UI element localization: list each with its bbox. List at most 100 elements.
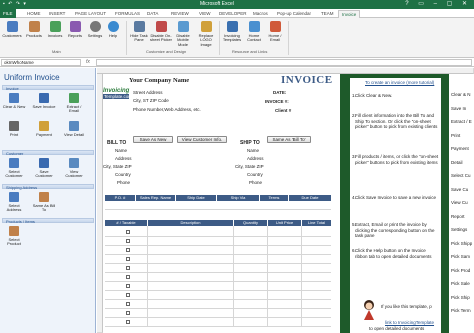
home-email-button[interactable]: Home / Email bbox=[264, 21, 286, 43]
same-as-bill-to-button[interactable]: Same As Bill To bbox=[32, 192, 56, 213]
right-list-item[interactable]: Extract / E bbox=[451, 119, 472, 124]
taxable-checkbox[interactable] bbox=[126, 239, 130, 243]
tab-home[interactable]: HOME bbox=[24, 10, 44, 18]
ship-city-label: City, State ZIP bbox=[235, 164, 264, 169]
tab-file[interactable]: FILE bbox=[0, 9, 16, 18]
item-row-line bbox=[105, 263, 331, 264]
home-contact-button[interactable]: Home Contact bbox=[243, 21, 265, 43]
right-list-item[interactable]: Settings bbox=[451, 227, 467, 232]
save-customer-button[interactable]: Save Customer bbox=[32, 158, 56, 179]
formula-input[interactable] bbox=[96, 59, 472, 66]
tab-formulas[interactable]: FORMULAS bbox=[112, 10, 143, 18]
item-row-line bbox=[105, 299, 331, 300]
select-address-button[interactable]: Select Address bbox=[2, 192, 26, 213]
taxable-checkbox[interactable] bbox=[126, 230, 130, 234]
window-title: Microsoft Excel bbox=[200, 1, 234, 7]
view-customer-info-button[interactable]: View Customer Info. bbox=[177, 136, 227, 143]
tab-developer[interactable]: DEVELOPER bbox=[216, 10, 250, 18]
right-list-item[interactable]: Save In bbox=[451, 106, 466, 111]
taxable-checkbox[interactable] bbox=[126, 248, 130, 252]
green-panel-left bbox=[340, 74, 350, 333]
footer-link[interactable]: link to InvoicingTemplate bbox=[385, 320, 434, 325]
view-detail-button[interactable]: View Detail bbox=[62, 121, 86, 137]
tab-popup-calendar[interactable]: Pop-up Calendar bbox=[274, 10, 314, 18]
right-list-item[interactable]: Pick Shipp bbox=[451, 241, 472, 246]
hide-task-pane-button[interactable]: Hide Task Pane bbox=[128, 21, 150, 43]
taxable-checkbox[interactable] bbox=[126, 275, 130, 279]
disable-mobile-mode-button[interactable]: Disable Mobile Mode bbox=[172, 21, 194, 47]
phone-web[interactable]: Phone Number,Web Address, etc. bbox=[133, 107, 201, 112]
right-list-item[interactable]: Pick Prod bbox=[451, 268, 470, 273]
right-list-item[interactable]: Save Cu bbox=[451, 187, 468, 192]
tab-data[interactable]: DATA bbox=[144, 10, 161, 18]
right-list-item[interactable]: Detail bbox=[451, 160, 463, 165]
taxable-checkbox[interactable] bbox=[126, 257, 130, 261]
reports-button[interactable]: Reports bbox=[64, 21, 86, 38]
tab-review[interactable]: REVIEW bbox=[168, 10, 192, 18]
payment-button[interactable]: Payment bbox=[32, 121, 56, 137]
name-box[interactable]: okInWhoName bbox=[1, 59, 81, 66]
right-list-item[interactable]: Clear & N bbox=[451, 92, 471, 97]
invoicing-templates-button[interactable]: Invoicing Templates bbox=[221, 21, 243, 43]
quick-access-toolbar[interactable]: ▪ ↶ ↷ ▾ bbox=[3, 1, 27, 7]
company-name[interactable]: Your Company Name bbox=[129, 77, 189, 84]
ribbon-separator bbox=[288, 21, 289, 55]
taxable-checkbox[interactable] bbox=[126, 293, 130, 297]
girl-illustration bbox=[361, 298, 377, 322]
section-shipping-header[interactable]: Shipping Address bbox=[2, 184, 94, 190]
right-list-item[interactable]: Report bbox=[451, 214, 465, 219]
tab-invoice[interactable]: Invoice bbox=[338, 10, 361, 18]
right-list-item[interactable]: View Cu bbox=[451, 200, 468, 205]
fx-icon[interactable]: fx bbox=[86, 59, 90, 65]
section-invoice-header[interactable]: Invoice bbox=[2, 85, 94, 91]
tab-insert[interactable]: INSERT bbox=[46, 10, 68, 18]
clear-new-button[interactable]: Clear & New bbox=[2, 93, 26, 109]
window-controls[interactable]: ? ▭ – ▢ ✕ bbox=[405, 0, 471, 7]
extract-email-button[interactable]: Extract / Email bbox=[62, 93, 86, 114]
street-address[interactable]: Street Address bbox=[133, 90, 163, 95]
select-customer-button[interactable]: Select Customer bbox=[2, 158, 26, 179]
worksheet[interactable]: Your Company Name INVOICE Invoicing Temp… bbox=[97, 68, 474, 333]
customers-button[interactable]: Customers bbox=[1, 21, 23, 38]
save-invoice-button[interactable]: Save Invoice bbox=[32, 93, 56, 109]
view-customer-button[interactable]: View Customer bbox=[62, 158, 86, 179]
products-button[interactable]: Products bbox=[23, 21, 45, 38]
select-product-button[interactable]: Select Product bbox=[2, 226, 26, 247]
disable-picker-button[interactable]: Disable On-sheet Picker bbox=[150, 21, 172, 43]
tutorial-link[interactable]: To create an invoice (more tutorial) bbox=[365, 80, 434, 85]
taxable-checkbox[interactable] bbox=[126, 320, 130, 324]
taxable-checkbox[interactable] bbox=[126, 311, 130, 315]
right-list-item[interactable]: Payment bbox=[451, 146, 469, 151]
replace-logo-button[interactable]: Replace LOGO Image bbox=[195, 21, 217, 47]
right-list-item[interactable]: Pick Ship bbox=[451, 295, 470, 300]
item-row-line bbox=[105, 245, 331, 246]
invoices-button[interactable]: Invoices bbox=[44, 21, 66, 38]
section-products-header[interactable]: Products / Items bbox=[2, 218, 94, 224]
print-button[interactable]: Print bbox=[2, 121, 26, 137]
right-list-item[interactable]: Pick Sam bbox=[451, 254, 470, 259]
section-customer-header[interactable]: Customer bbox=[2, 150, 94, 156]
taxable-checkbox[interactable] bbox=[126, 266, 130, 270]
save-as-new-button[interactable]: Save As New bbox=[133, 136, 173, 143]
same-as-bill-to-sheet-button[interactable]: Same As 'Bill To' bbox=[267, 136, 311, 143]
tab-team[interactable]: TEAM bbox=[318, 10, 337, 18]
right-list-item[interactable]: Pick Sale bbox=[451, 281, 470, 286]
item-row-line bbox=[105, 236, 331, 237]
ribbon-group-customize: Customize and Design bbox=[146, 49, 187, 54]
step-4-text: Click Save Invoice to save a new invoice bbox=[355, 195, 437, 200]
printer-icon bbox=[9, 121, 19, 131]
taxable-checkbox[interactable] bbox=[126, 284, 130, 288]
row-header-bar bbox=[97, 74, 103, 333]
tab-page-layout[interactable]: PAGE LAYOUT bbox=[72, 10, 109, 18]
right-list-item[interactable]: Select Cu bbox=[451, 173, 471, 178]
city-state-zip[interactable]: City, ST ZIP Code bbox=[133, 98, 169, 103]
taxable-checkbox[interactable] bbox=[126, 302, 130, 306]
tab-view[interactable]: VIEW bbox=[196, 10, 214, 18]
right-list-item[interactable]: Pick Term bbox=[451, 308, 471, 313]
tab-macros[interactable]: Macros bbox=[250, 10, 271, 18]
item-column-line bbox=[233, 226, 234, 326]
right-list-item[interactable]: Print bbox=[451, 133, 460, 138]
help-button[interactable]: Help bbox=[102, 21, 124, 38]
ship-via-header: Ship Via bbox=[217, 195, 259, 201]
payment-icon bbox=[39, 121, 49, 131]
